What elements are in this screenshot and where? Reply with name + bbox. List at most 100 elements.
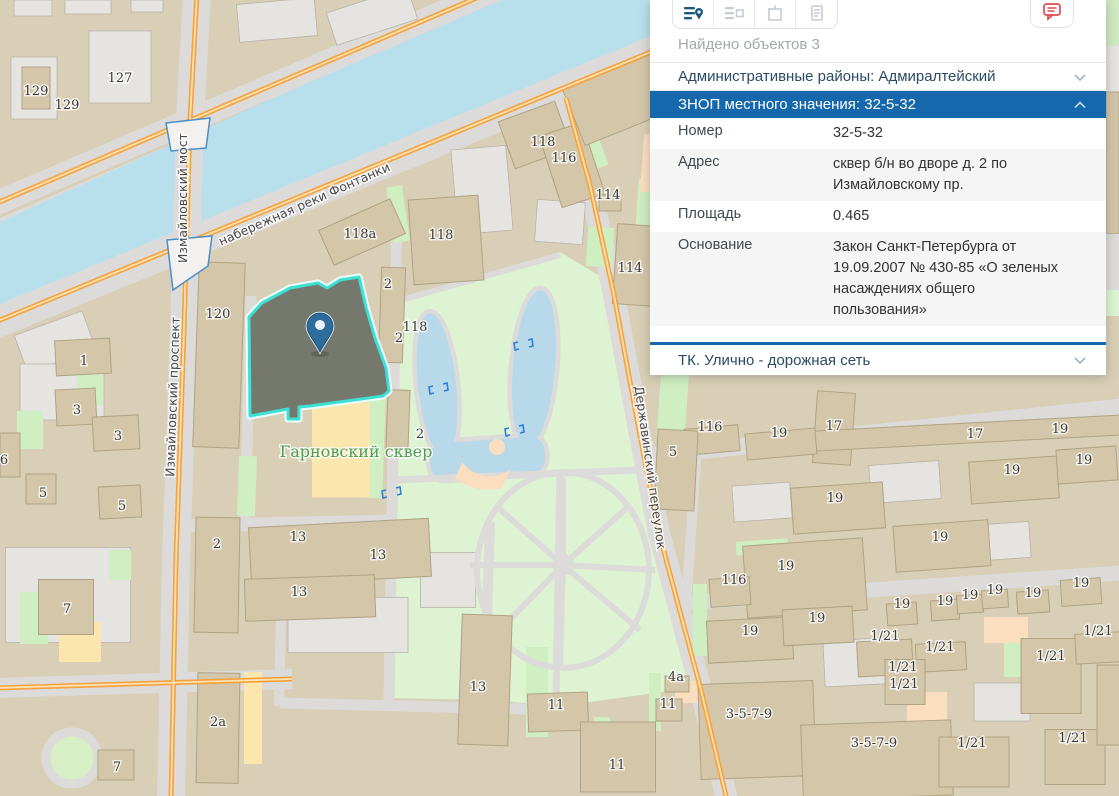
detail-row: Адрессквер б/н во дворе д. 2 по Измайлов… (650, 149, 1106, 201)
building-number-label: 19 (1004, 463, 1021, 478)
map-yard (89, 31, 151, 103)
map-yard (236, 0, 317, 42)
results-list-icon (682, 3, 704, 23)
building-number-label: 19 (962, 588, 979, 603)
document-icon (807, 3, 827, 23)
building-number-label: 114 (618, 261, 643, 276)
map-yard (535, 199, 586, 244)
detail-row: Площадь0.465 (650, 201, 1106, 232)
building-number-label: 5 (118, 499, 126, 514)
map-yel (244, 672, 262, 764)
building-number-label: 116 (552, 151, 577, 166)
section-tk-streets[interactable]: ТК. Улично - дорожная сеть (650, 345, 1106, 375)
building-number-label: 118 (429, 228, 454, 243)
section-tk-label: ТК. Улично - дорожная сеть (678, 347, 870, 374)
building-number-label: 3 (114, 429, 122, 444)
building-number-label: 7 (63, 602, 71, 617)
building-number-label: 19 (932, 530, 949, 545)
building-number-label: 11 (548, 698, 565, 713)
park-circle (489, 439, 505, 455)
building-number-label: 127 (108, 71, 133, 86)
map-grn (17, 411, 43, 449)
map-yard (131, 0, 163, 12)
detail-label: Адрес (650, 154, 833, 196)
map-building (801, 720, 954, 796)
building-number-label: 4а (668, 670, 684, 685)
building-number-label: 19 (742, 624, 759, 639)
section-admin-districts[interactable]: Административные районы: Адмиралтейский (650, 63, 1106, 91)
building-number-label: 118 (531, 135, 556, 150)
document-button[interactable] (796, 0, 837, 28)
map-grn (657, 367, 690, 437)
building-number-label: 13 (470, 680, 487, 695)
building-number-label: 19 (1073, 576, 1090, 591)
building-number-label: 19 (809, 611, 826, 626)
section-znop-header[interactable]: ЗНОП местного значения: 32-5-32 (650, 91, 1106, 118)
building-number-label: 19 (894, 597, 911, 612)
detail-value: 32-5-32 (833, 123, 1106, 144)
results-list-button[interactable] (673, 0, 714, 28)
detail-value: Закон Санкт-Петербурга от 19.09.2007 № 4… (833, 237, 1106, 321)
building-number-label: 1/21 (1083, 624, 1112, 639)
detail-row: Номер32-5-32 (650, 118, 1106, 149)
building-number-label: 1/21 (925, 640, 954, 655)
area-select-button[interactable] (755, 0, 796, 28)
section-znop-label: ЗНОП местного значения: 32-5-32 (678, 91, 916, 118)
building-number-label: 19 (778, 559, 795, 574)
layers-list-icon (723, 3, 745, 23)
building-number-label: 5 (669, 445, 677, 460)
chevron-up-icon (1074, 101, 1086, 109)
roundabout (46, 732, 98, 784)
building-number-label: 116 (722, 573, 747, 588)
building-number-label: 13 (291, 585, 308, 600)
building-number-label: 116 (698, 420, 723, 435)
map-building (194, 517, 240, 633)
map-grn (693, 584, 707, 656)
building-number-label: 118 (403, 320, 428, 335)
map-building (1097, 665, 1119, 745)
building-number-label: 3-5-7-9 (726, 707, 772, 722)
chevron-down-icon (1074, 73, 1086, 81)
map-grn (237, 456, 257, 517)
feedback-icon (1041, 1, 1063, 21)
layers-list-button[interactable] (714, 0, 755, 28)
building-number-label: 1/21 (870, 629, 899, 644)
building-number-label: 2 (384, 277, 392, 292)
building-number-label: 19 (1025, 586, 1042, 601)
detail-label: Номер (650, 123, 833, 144)
building-number-label: 19 (937, 594, 954, 609)
map-toolbar (672, 0, 838, 29)
map-yard (65, 0, 111, 14)
map-building (893, 520, 991, 573)
section-gap (650, 326, 1106, 342)
building-number-label: 129 (55, 98, 80, 113)
map-building (244, 575, 375, 622)
building-number-label: 19 (1076, 453, 1093, 468)
building-number-label: 13 (370, 548, 387, 563)
park-name-label: Гарновский сквер (280, 442, 433, 461)
street-name-label: Измайловский мост (175, 133, 190, 263)
park-plaza (552, 554, 574, 576)
map-yard (732, 482, 792, 522)
building-number-label: 2 (213, 537, 221, 552)
building-number-label: 1/21 (889, 677, 918, 692)
building-number-label: 1/21 (888, 660, 917, 675)
building-number-label: 11 (660, 697, 677, 712)
building-number-label: 5 (39, 486, 47, 501)
building-number-label: 19 (987, 583, 1004, 598)
building-number-label: 2 (416, 427, 424, 442)
building-number-label: 6 (0, 453, 8, 468)
section-admin-label: Административные районы: Адмиралтейский (678, 63, 996, 90)
building-number-label: 120 (206, 307, 231, 322)
building-number-label: 1/21 (1036, 649, 1065, 664)
detail-label: Основание (650, 237, 833, 321)
building-number-label: 7 (113, 760, 121, 775)
building-number-label: 19 (827, 491, 844, 506)
feedback-button[interactable] (1030, 0, 1074, 28)
building-number-label: 11 (609, 758, 626, 773)
info-panel: Найдено объектов 3 Административные райо… (650, 0, 1106, 375)
map-yard (14, 0, 52, 16)
detail-value: сквер б/н во дворе д. 2 по Измайловскому… (833, 154, 1106, 196)
map-sliver-right (1106, 0, 1119, 316)
building-number-label: 19 (771, 426, 788, 441)
